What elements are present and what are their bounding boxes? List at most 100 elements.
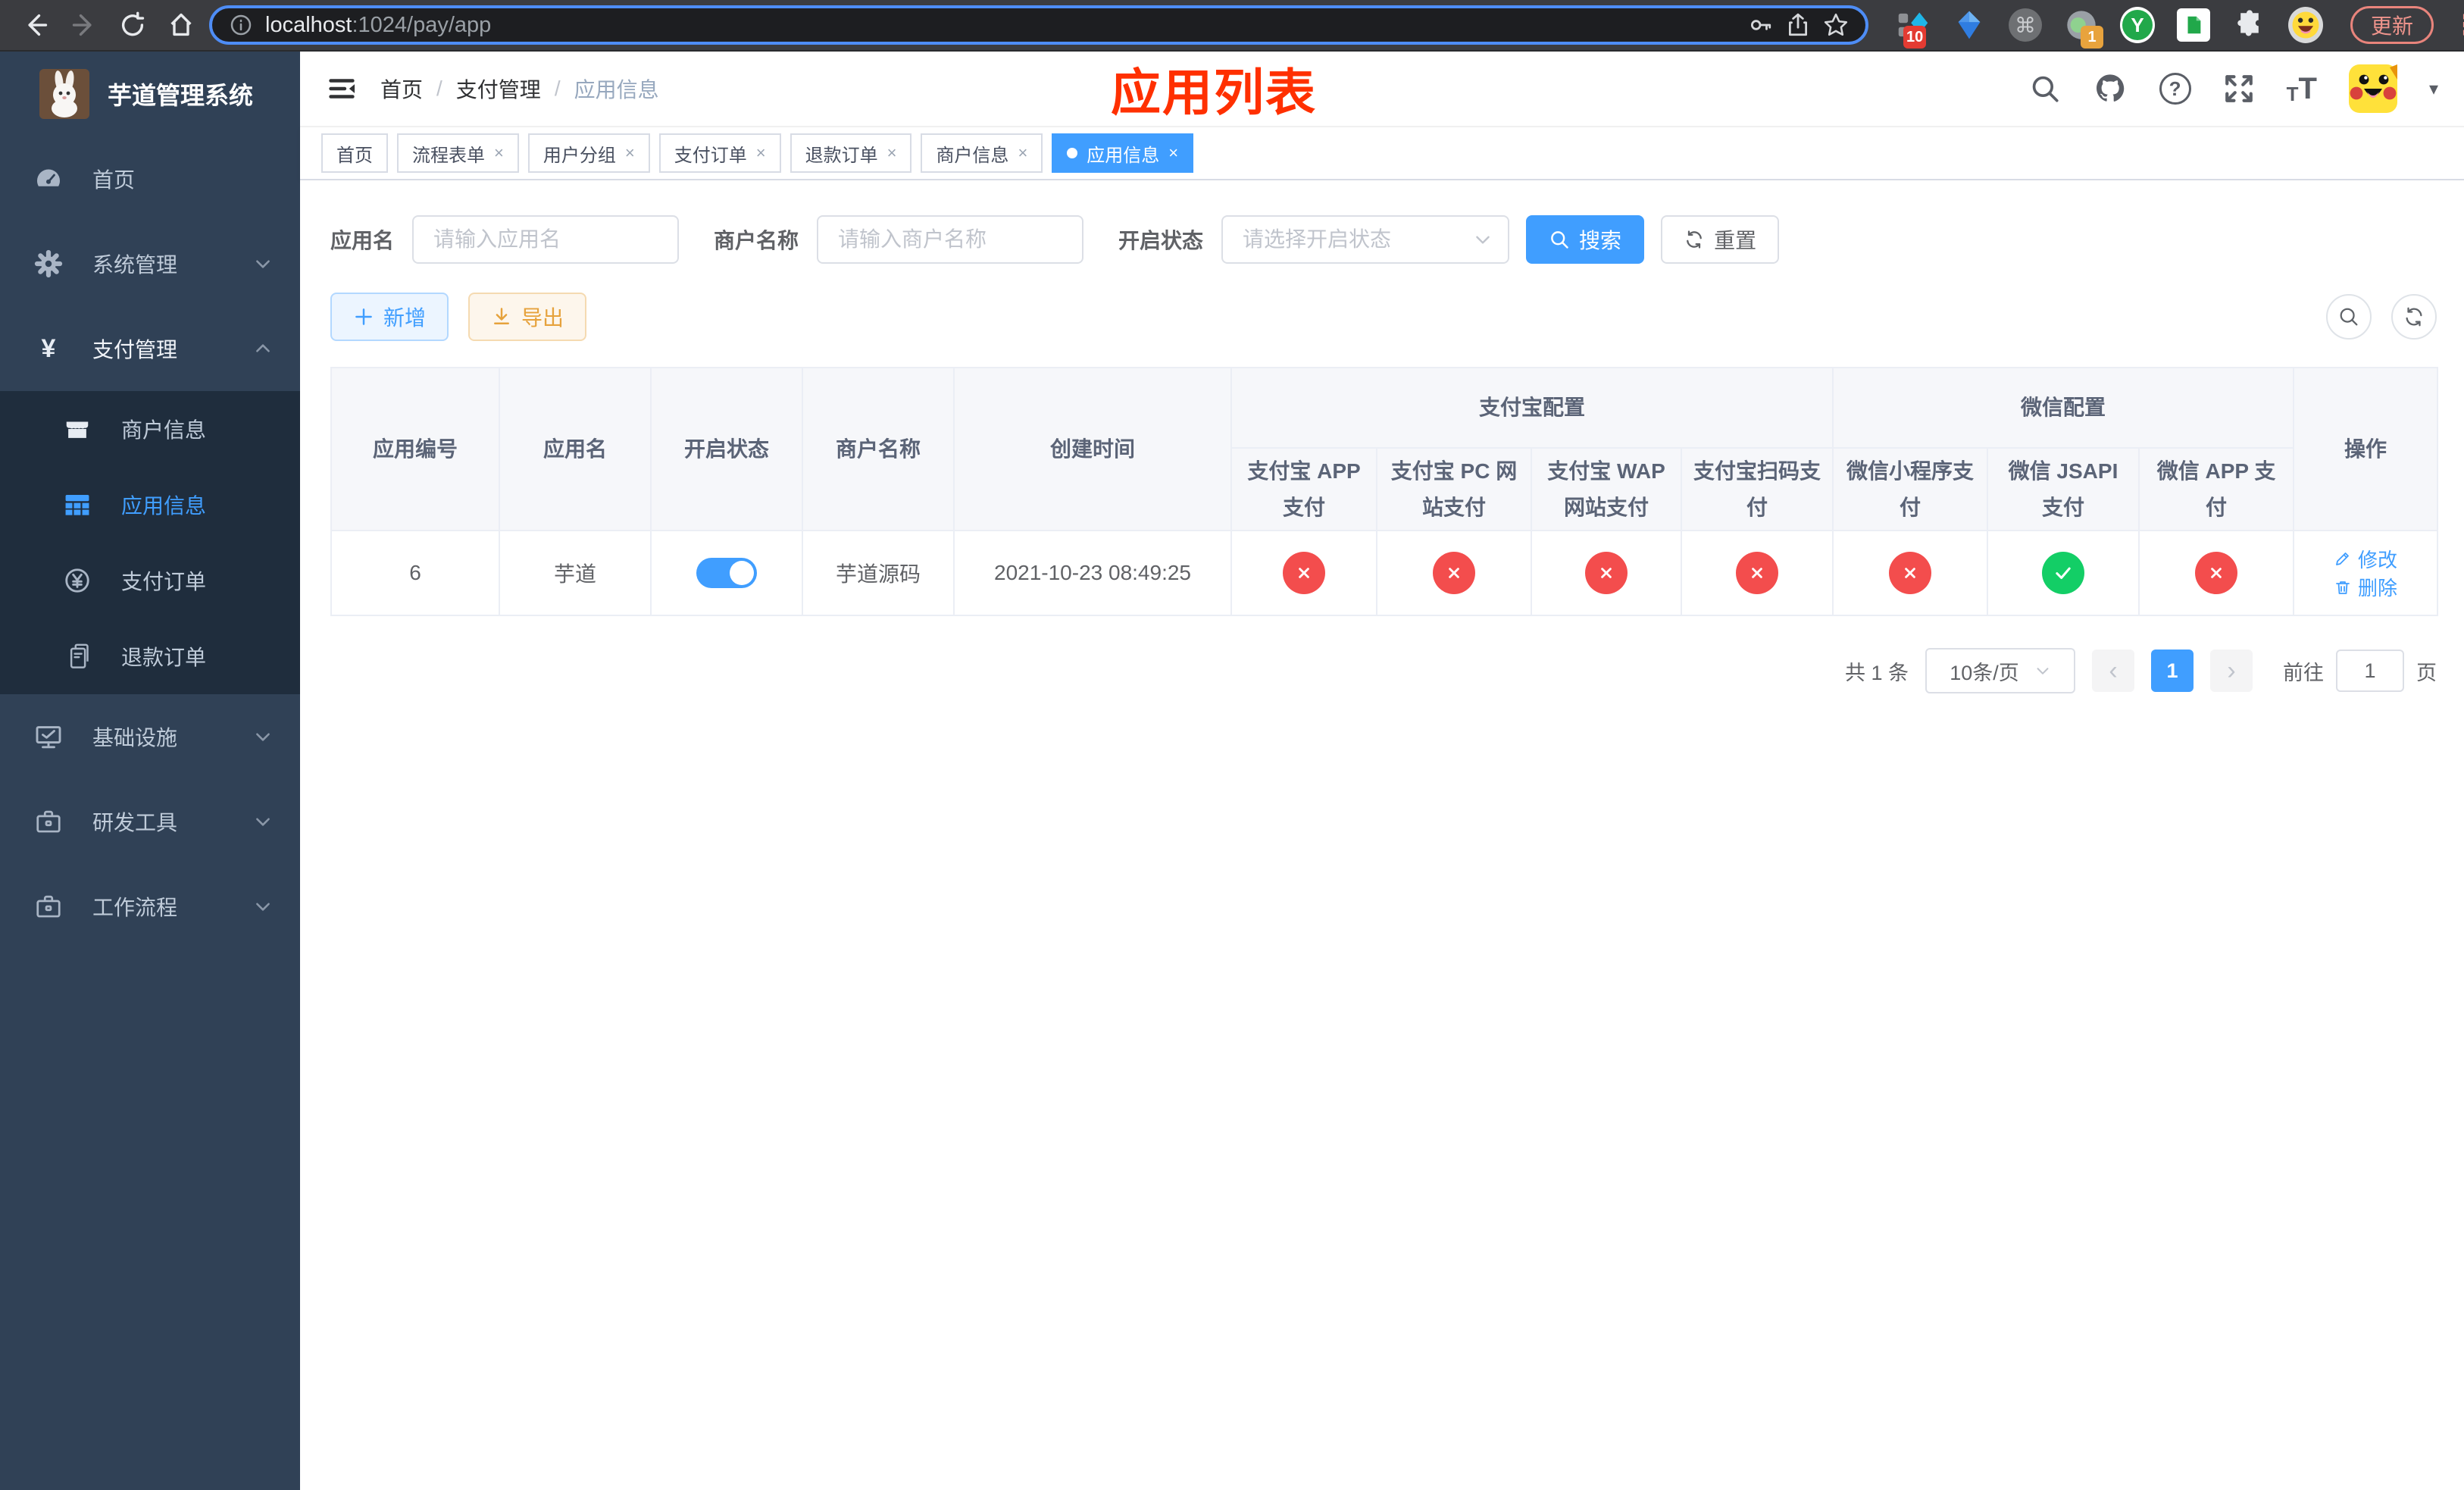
extensions-cluster: 10 ⌘ 1 Y [1896, 7, 2323, 49]
help-icon[interactable]: ? [2159, 73, 2191, 105]
close-icon[interactable]: × [625, 145, 635, 161]
app-name-input[interactable] [412, 215, 680, 264]
extension-balloon-icon[interactable] [1952, 8, 1987, 42]
tab-pay-orders[interactable]: 支付订单 × [658, 133, 781, 173]
extension-blue-diamond-icon[interactable]: 10 [1896, 8, 1931, 49]
sidebar-item-home[interactable]: 首页 [0, 136, 300, 221]
chevron-down-icon [1473, 230, 1493, 249]
page-number-1[interactable]: 1 [2151, 650, 2194, 693]
col-header-id: 应用编号 [330, 366, 500, 532]
chevron-down-icon [253, 727, 273, 747]
status-x-icon [1889, 552, 1932, 595]
sidebar-item-payment[interactable]: ¥ 支付管理 [0, 306, 300, 391]
extensions-puzzle-icon[interactable] [2232, 8, 2267, 42]
briefcase-icon [32, 892, 65, 921]
header-search-icon[interactable] [2029, 73, 2061, 105]
sidebar-item-refund-orders[interactable]: 退款订单 [0, 618, 300, 694]
collapse-sidebar-icon[interactable] [326, 73, 358, 105]
edit-link[interactable]: 修改 [2334, 545, 2397, 573]
status-select[interactable] [1221, 215, 1510, 264]
chevron-down-icon [253, 897, 273, 916]
font-size-icon[interactable]: TT [2287, 74, 2317, 104]
breadcrumb-payment[interactable]: 支付管理 [456, 74, 541, 104]
address-bar[interactable]: localhost:1024/pay/app [209, 5, 1868, 45]
extension-record-icon[interactable]: 1 [2064, 8, 2103, 49]
close-icon[interactable]: × [887, 145, 897, 161]
close-icon[interactable]: × [494, 145, 504, 161]
chevron-down-icon [253, 254, 273, 274]
chevron-down-icon [2034, 662, 2051, 679]
status-x-icon [1433, 552, 1475, 595]
search-button[interactable]: 搜索 [1526, 215, 1645, 264]
password-key-icon[interactable] [1747, 12, 1773, 38]
app-name-label: 应用名 [330, 229, 395, 252]
forward-icon[interactable] [64, 5, 105, 45]
status-x-icon [1736, 552, 1778, 595]
prev-page-button[interactable]: ‹ [2092, 650, 2134, 693]
refresh-table-button[interactable] [2391, 294, 2437, 340]
tab-merchant-info[interactable]: 商户信息 × [921, 133, 1043, 173]
goto-unit: 页 [2416, 661, 2437, 684]
pagination-total: 共 1 条 [1844, 661, 1909, 684]
sidebar-item-dev-tools[interactable]: 研发工具 [0, 779, 300, 864]
tab-home[interactable]: 首页 [321, 133, 388, 173]
next-page-button[interactable]: › [2210, 650, 2253, 693]
github-icon[interactable] [2093, 71, 2128, 106]
toggle-search-button[interactable] [2326, 294, 2372, 340]
table-row: 6 芋道 芋道源码 2021-10-23 08:49:25 修改 删除 [330, 530, 2439, 617]
sidebar-item-app-info[interactable]: 应用信息 [0, 467, 300, 543]
reload-icon[interactable] [112, 5, 153, 45]
toolbar-right [2326, 294, 2437, 340]
caret-down-icon[interactable]: ▾ [2429, 78, 2438, 100]
tab-user-group[interactable]: 用户分组 × [527, 133, 650, 173]
page-size-select[interactable]: 10条/页 [1925, 648, 2075, 694]
site-info-icon[interactable] [229, 13, 253, 37]
user-avatar[interactable] [2348, 64, 2397, 113]
delete-link[interactable]: 删除 [2334, 573, 2397, 601]
status-toggle[interactable] [696, 558, 757, 589]
table-toolbar: 新增 导出 [330, 293, 2437, 341]
logo-row[interactable]: 芋道管理系统 [0, 52, 300, 136]
bookmark-star-icon[interactable] [1823, 12, 1849, 38]
sidebar-item-pay-orders[interactable]: 支付订单 [0, 543, 300, 618]
app-title: 芋道管理系统 [108, 82, 254, 109]
browser-menu-icon[interactable]: ⋮ [2452, 11, 2464, 39]
trash-icon [2336, 581, 2350, 594]
extension-green-doc-icon[interactable] [2176, 8, 2211, 42]
tab-process-form[interactable]: 流程表单 × [397, 133, 519, 173]
sidebar-item-infrastructure[interactable]: 基础设施 [0, 694, 300, 779]
status-x-icon [1585, 552, 1628, 595]
goto-label: 前往 [2283, 661, 2324, 684]
chrome-update-button[interactable]: 更新 [2350, 6, 2434, 44]
col-header-wechat-app: 微信 APP 支付 [2138, 446, 2295, 532]
app-window: 芋道管理系统 首页 系统管理 ¥ 支付管理 商户信息 应用信息 支付订单 退款订… [0, 52, 2464, 1490]
close-icon[interactable]: × [756, 145, 766, 161]
home-icon[interactable] [161, 5, 202, 45]
sidebar-item-system[interactable]: 系统管理 [0, 221, 300, 306]
group-header-alipay: 支付宝配置 [1230, 367, 1834, 449]
col-header-wechat-jsapi: 微信 JSAPI 支付 [1987, 446, 2140, 532]
col-header-alipay-pc: 支付宝 PC 网站支付 [1376, 446, 1532, 532]
cell-created: 2021-10-23 08:49:25 [953, 530, 1232, 617]
extension-command-icon[interactable]: ⌘ [2008, 8, 2043, 42]
export-button[interactable]: 导出 [468, 293, 587, 341]
group-header-wechat: 微信配置 [1832, 367, 2295, 449]
fullscreen-icon[interactable] [2223, 73, 2255, 105]
close-icon[interactable]: × [1168, 145, 1178, 161]
merchant-name-input[interactable] [817, 215, 1084, 264]
add-button[interactable]: 新增 [330, 293, 449, 341]
profile-emoji-icon[interactable] [2288, 7, 2323, 43]
extension-y-icon[interactable]: Y [2120, 7, 2155, 43]
tab-app-info[interactable]: 应用信息 × [1052, 133, 1194, 173]
sidebar-item-merchant-info[interactable]: 商户信息 [0, 391, 300, 467]
tab-refund-orders[interactable]: 退款订单 × [790, 133, 912, 173]
url-text: localhost:1024/pay/app [265, 12, 492, 37]
goto-page-input[interactable] [2336, 650, 2404, 693]
close-icon[interactable]: × [1018, 145, 1027, 161]
payment-submenu: 商户信息 应用信息 支付订单 退款订单 [0, 391, 300, 694]
reset-button[interactable]: 重置 [1661, 215, 1780, 264]
back-icon[interactable] [15, 5, 56, 45]
share-icon[interactable] [1785, 12, 1811, 38]
sidebar-item-workflow[interactable]: 工作流程 [0, 864, 300, 949]
breadcrumb-home[interactable]: 首页 [380, 74, 423, 104]
